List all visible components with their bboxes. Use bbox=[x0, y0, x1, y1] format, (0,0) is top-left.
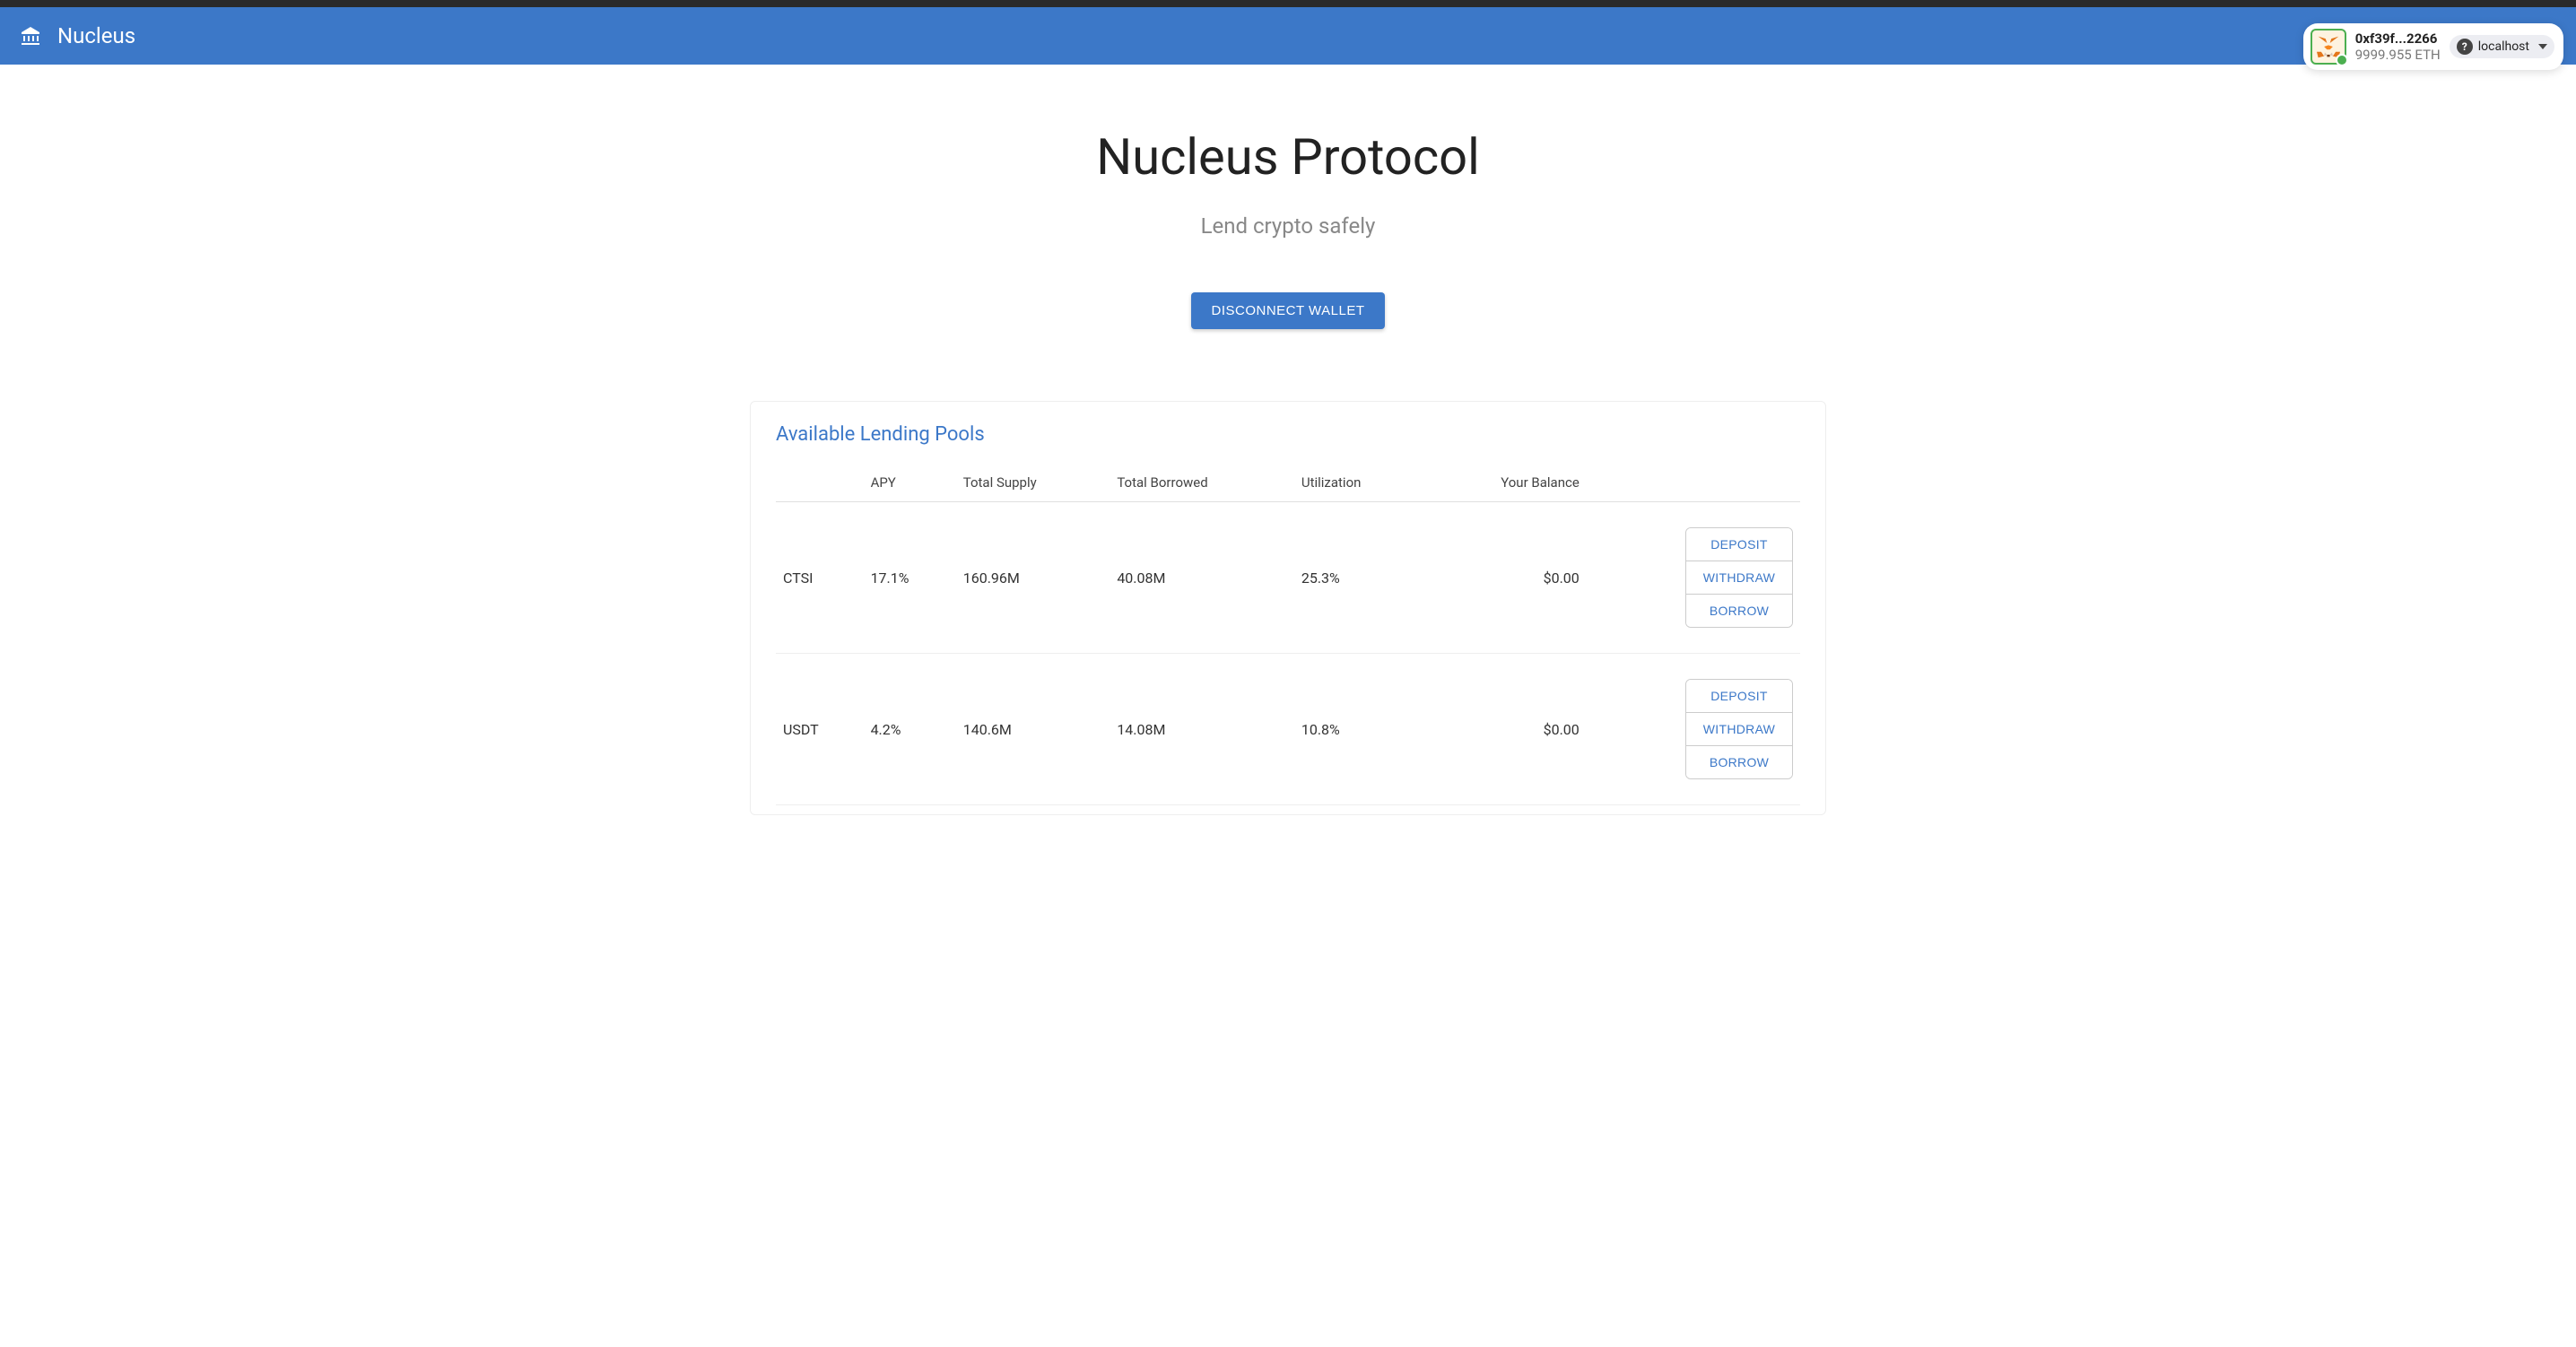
page-title: Nucleus Protocol bbox=[0, 127, 2576, 187]
window-chrome-bar bbox=[0, 0, 2576, 7]
cell-symbol: USDT bbox=[776, 654, 864, 805]
cell-supply: 140.6M bbox=[956, 654, 1110, 805]
col-utilization: Utilization bbox=[1294, 464, 1424, 502]
bank-icon bbox=[20, 25, 41, 47]
cell-actions: DEPOSITWITHDRAWBORROW bbox=[1587, 654, 1800, 805]
withdraw-button[interactable]: WITHDRAW bbox=[1686, 713, 1792, 746]
app-name: Nucleus bbox=[57, 23, 135, 48]
chevron-down-icon bbox=[2538, 44, 2547, 49]
disconnect-wallet-button[interactable]: DISCONNECT WALLET bbox=[1191, 292, 1384, 329]
wallet-widget[interactable]: 0xf39f...2266 9999.955 ETH ? localhost bbox=[2303, 23, 2563, 70]
cell-balance: $0.00 bbox=[1423, 502, 1586, 654]
cell-apy: 17.1% bbox=[864, 502, 956, 654]
pools-table: APY Total Supply Total Borrowed Utilizat… bbox=[776, 464, 1800, 805]
col-actions bbox=[1587, 464, 1800, 502]
cell-actions: DEPOSITWITHDRAWBORROW bbox=[1587, 502, 1800, 654]
wallet-avatar bbox=[2311, 29, 2346, 65]
col-balance: Your Balance bbox=[1423, 464, 1586, 502]
cell-utilization: 25.3% bbox=[1294, 502, 1424, 654]
cell-borrowed: 40.08M bbox=[1110, 502, 1294, 654]
app-header: Nucleus 0xf39f...2266 9999.955 ETH ? loc… bbox=[0, 7, 2576, 65]
network-selector[interactable]: ? localhost bbox=[2450, 35, 2554, 58]
cell-utilization: 10.8% bbox=[1294, 654, 1424, 805]
metamask-icon bbox=[2317, 35, 2340, 58]
wallet-info: 0xf39f...2266 9999.955 ETH bbox=[2355, 30, 2441, 63]
network-name: localhost bbox=[2478, 39, 2529, 54]
cell-apy: 4.2% bbox=[864, 654, 956, 805]
hero-section: Nucleus Protocol Lend crypto safely DISC… bbox=[0, 65, 2576, 365]
col-borrowed: Total Borrowed bbox=[1110, 464, 1294, 502]
table-row: CTSI17.1%160.96M40.08M25.3%$0.00 DEPOSITW… bbox=[776, 502, 1800, 654]
borrow-button[interactable]: BORROW bbox=[1686, 595, 1792, 627]
col-supply: Total Supply bbox=[956, 464, 1110, 502]
network-unknown-icon: ? bbox=[2457, 39, 2473, 55]
cell-symbol: CTSI bbox=[776, 502, 864, 654]
borrow-button[interactable]: BORROW bbox=[1686, 746, 1792, 778]
col-apy: APY bbox=[864, 464, 956, 502]
card-title: Available Lending Pools bbox=[776, 423, 1800, 446]
table-row: USDT4.2%140.6M14.08M10.8%$0.00 DEPOSITWIT… bbox=[776, 654, 1800, 805]
deposit-button[interactable]: DEPOSIT bbox=[1686, 680, 1792, 713]
action-button-group: DEPOSITWITHDRAWBORROW bbox=[1685, 679, 1793, 779]
col-symbol bbox=[776, 464, 864, 502]
wallet-address: 0xf39f...2266 bbox=[2355, 30, 2441, 47]
header-brand[interactable]: Nucleus bbox=[20, 23, 135, 48]
cell-balance: $0.00 bbox=[1423, 654, 1586, 805]
withdraw-button[interactable]: WITHDRAW bbox=[1686, 561, 1792, 595]
cell-borrowed: 14.08M bbox=[1110, 654, 1294, 805]
wallet-balance: 9999.955 ETH bbox=[2355, 47, 2441, 63]
deposit-button[interactable]: DEPOSIT bbox=[1686, 528, 1792, 561]
wallet-connected-check-icon bbox=[2336, 54, 2348, 66]
action-button-group: DEPOSITWITHDRAWBORROW bbox=[1685, 527, 1793, 628]
cell-supply: 160.96M bbox=[956, 502, 1110, 654]
lending-pools-card: Available Lending Pools APY Total Supply… bbox=[750, 401, 1826, 815]
page-subtitle: Lend crypto safely bbox=[0, 213, 2576, 239]
